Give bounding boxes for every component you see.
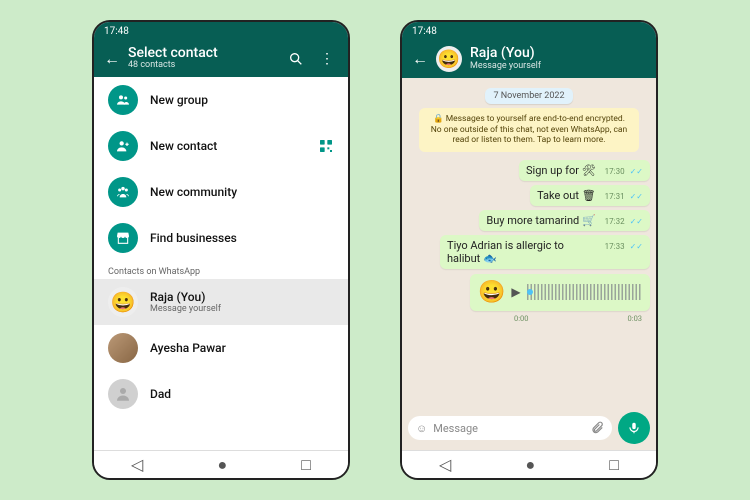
chat-body: 7 November 2022 🔒 Messages to yourself a… (402, 78, 656, 406)
appbar: ← Select contact 48 contacts ⋮ (94, 40, 348, 77)
row-find-businesses[interactable]: Find businesses (94, 215, 348, 261)
voice-avatar: 😀 (478, 280, 505, 305)
contact-name: Ayesha Pawar (150, 341, 226, 355)
appbar-title: Select contact (128, 46, 276, 61)
contact-name: Dad (150, 387, 171, 401)
row-new-group[interactable]: New group (94, 77, 348, 123)
message-bubble[interactable]: Take out 🗑 17:31 ✓✓ (530, 185, 650, 206)
community-icon (108, 177, 138, 207)
android-navbar: ◁ ● □ (94, 450, 348, 478)
back-arrow-icon[interactable]: ← (104, 49, 120, 69)
appbar-titles: Select contact 48 contacts (128, 46, 276, 71)
avatar-placeholder-icon (108, 379, 138, 409)
label: Find businesses (150, 231, 237, 245)
contact-row-ayesha[interactable]: Ayesha Pawar (94, 325, 348, 371)
nav-home-icon[interactable]: ● (217, 455, 227, 475)
message-text: Take out 🗑 (537, 189, 596, 202)
search-icon[interactable] (284, 51, 308, 67)
avatar (108, 333, 138, 363)
read-ticks-icon: ✓✓ (630, 242, 643, 251)
message-time: 17:30 (605, 167, 625, 176)
attach-icon[interactable] (590, 421, 604, 435)
voice-message[interactable]: 😀 ▶ 0:00 0:03 (470, 271, 650, 327)
chat-titles[interactable]: Raja (You) Message yourself (470, 46, 646, 71)
nav-home-icon[interactable]: ● (525, 455, 535, 475)
voice-elapsed: 0:00 (514, 314, 528, 323)
message-time: 17:32 (605, 217, 625, 226)
section-header: Contacts on WhatsApp (94, 261, 348, 279)
status-time: 17:48 (412, 26, 437, 37)
message-bubble[interactable]: Sign up for 🛠 17:30 ✓✓ (519, 160, 650, 181)
nav-recent-icon[interactable]: □ (609, 455, 619, 475)
message-time: 17:31 (605, 192, 625, 201)
nav-back-icon[interactable]: ◁ (131, 455, 143, 474)
row-new-community[interactable]: New community (94, 169, 348, 215)
read-ticks-icon: ✓✓ (630, 192, 643, 201)
chat-input-bar: ☺ Message (402, 406, 656, 450)
read-ticks-icon: ✓✓ (630, 217, 643, 226)
avatar: 😀 (108, 287, 138, 317)
date-pill: 7 November 2022 (485, 88, 572, 104)
group-icon (108, 85, 138, 115)
voice-duration: 0:03 (628, 314, 642, 323)
message-bubble[interactable]: Tiyo Adrian is allergic to halibut 🐟 17:… (440, 235, 650, 269)
message-bubble[interactable]: Buy more tamarind 🛒 17:32 ✓✓ (479, 210, 650, 231)
play-icon[interactable]: ▶ (511, 285, 520, 299)
emoji-icon[interactable]: ☺ (416, 422, 427, 435)
message-text: Sign up for 🛠 (526, 164, 596, 177)
contact-sub: Message yourself (150, 304, 221, 314)
phone-select-contact: 17:48 ← Select contact 48 contacts ⋮ New… (92, 20, 350, 480)
mic-button[interactable] (618, 412, 650, 444)
label: New community (150, 185, 237, 199)
status-bar: 17:48 (94, 22, 348, 40)
message-text: Tiyo Adrian is allergic to halibut 🐟 (447, 239, 596, 265)
chat-title: Raja (You) (470, 46, 646, 61)
chat-avatar[interactable]: 😀 (436, 46, 462, 72)
qr-icon[interactable] (318, 138, 334, 154)
chat-subtitle: Message yourself (470, 62, 646, 72)
message-placeholder: Message (433, 422, 584, 435)
storefront-icon (108, 223, 138, 253)
waveform[interactable] (527, 284, 642, 300)
label: New contact (150, 139, 217, 153)
more-icon[interactable]: ⋮ (316, 51, 338, 67)
message-input[interactable]: ☺ Message (408, 416, 612, 440)
contact-list: New group New contact New community Find… (94, 77, 348, 450)
encryption-notice[interactable]: 🔒 Messages to yourself are end-to-end en… (419, 108, 639, 152)
add-person-icon (108, 131, 138, 161)
message-text: Buy more tamarind 🛒 (486, 214, 595, 227)
label: New group (150, 93, 208, 107)
status-bar: 17:48 (402, 22, 656, 40)
contact-name: Raja (You) (150, 290, 221, 304)
nav-back-icon[interactable]: ◁ (439, 455, 451, 474)
appbar-subtitle: 48 contacts (128, 61, 276, 71)
read-ticks-icon: ✓✓ (630, 167, 643, 176)
phone-chat: 17:48 ← 😀 Raja (You) Message yourself 7 … (400, 20, 658, 480)
contact-row-raja[interactable]: 😀 Raja (You) Message yourself (94, 279, 348, 325)
back-arrow-icon[interactable]: ← (412, 49, 428, 69)
status-time: 17:48 (104, 26, 129, 37)
contact-row-dad[interactable]: Dad (94, 371, 348, 417)
android-navbar: ◁ ● □ (402, 450, 656, 478)
message-time: 17:33 (605, 242, 625, 251)
nav-recent-icon[interactable]: □ (301, 455, 311, 475)
chat-appbar: ← 😀 Raja (You) Message yourself (402, 40, 656, 78)
row-new-contact[interactable]: New contact (94, 123, 348, 169)
